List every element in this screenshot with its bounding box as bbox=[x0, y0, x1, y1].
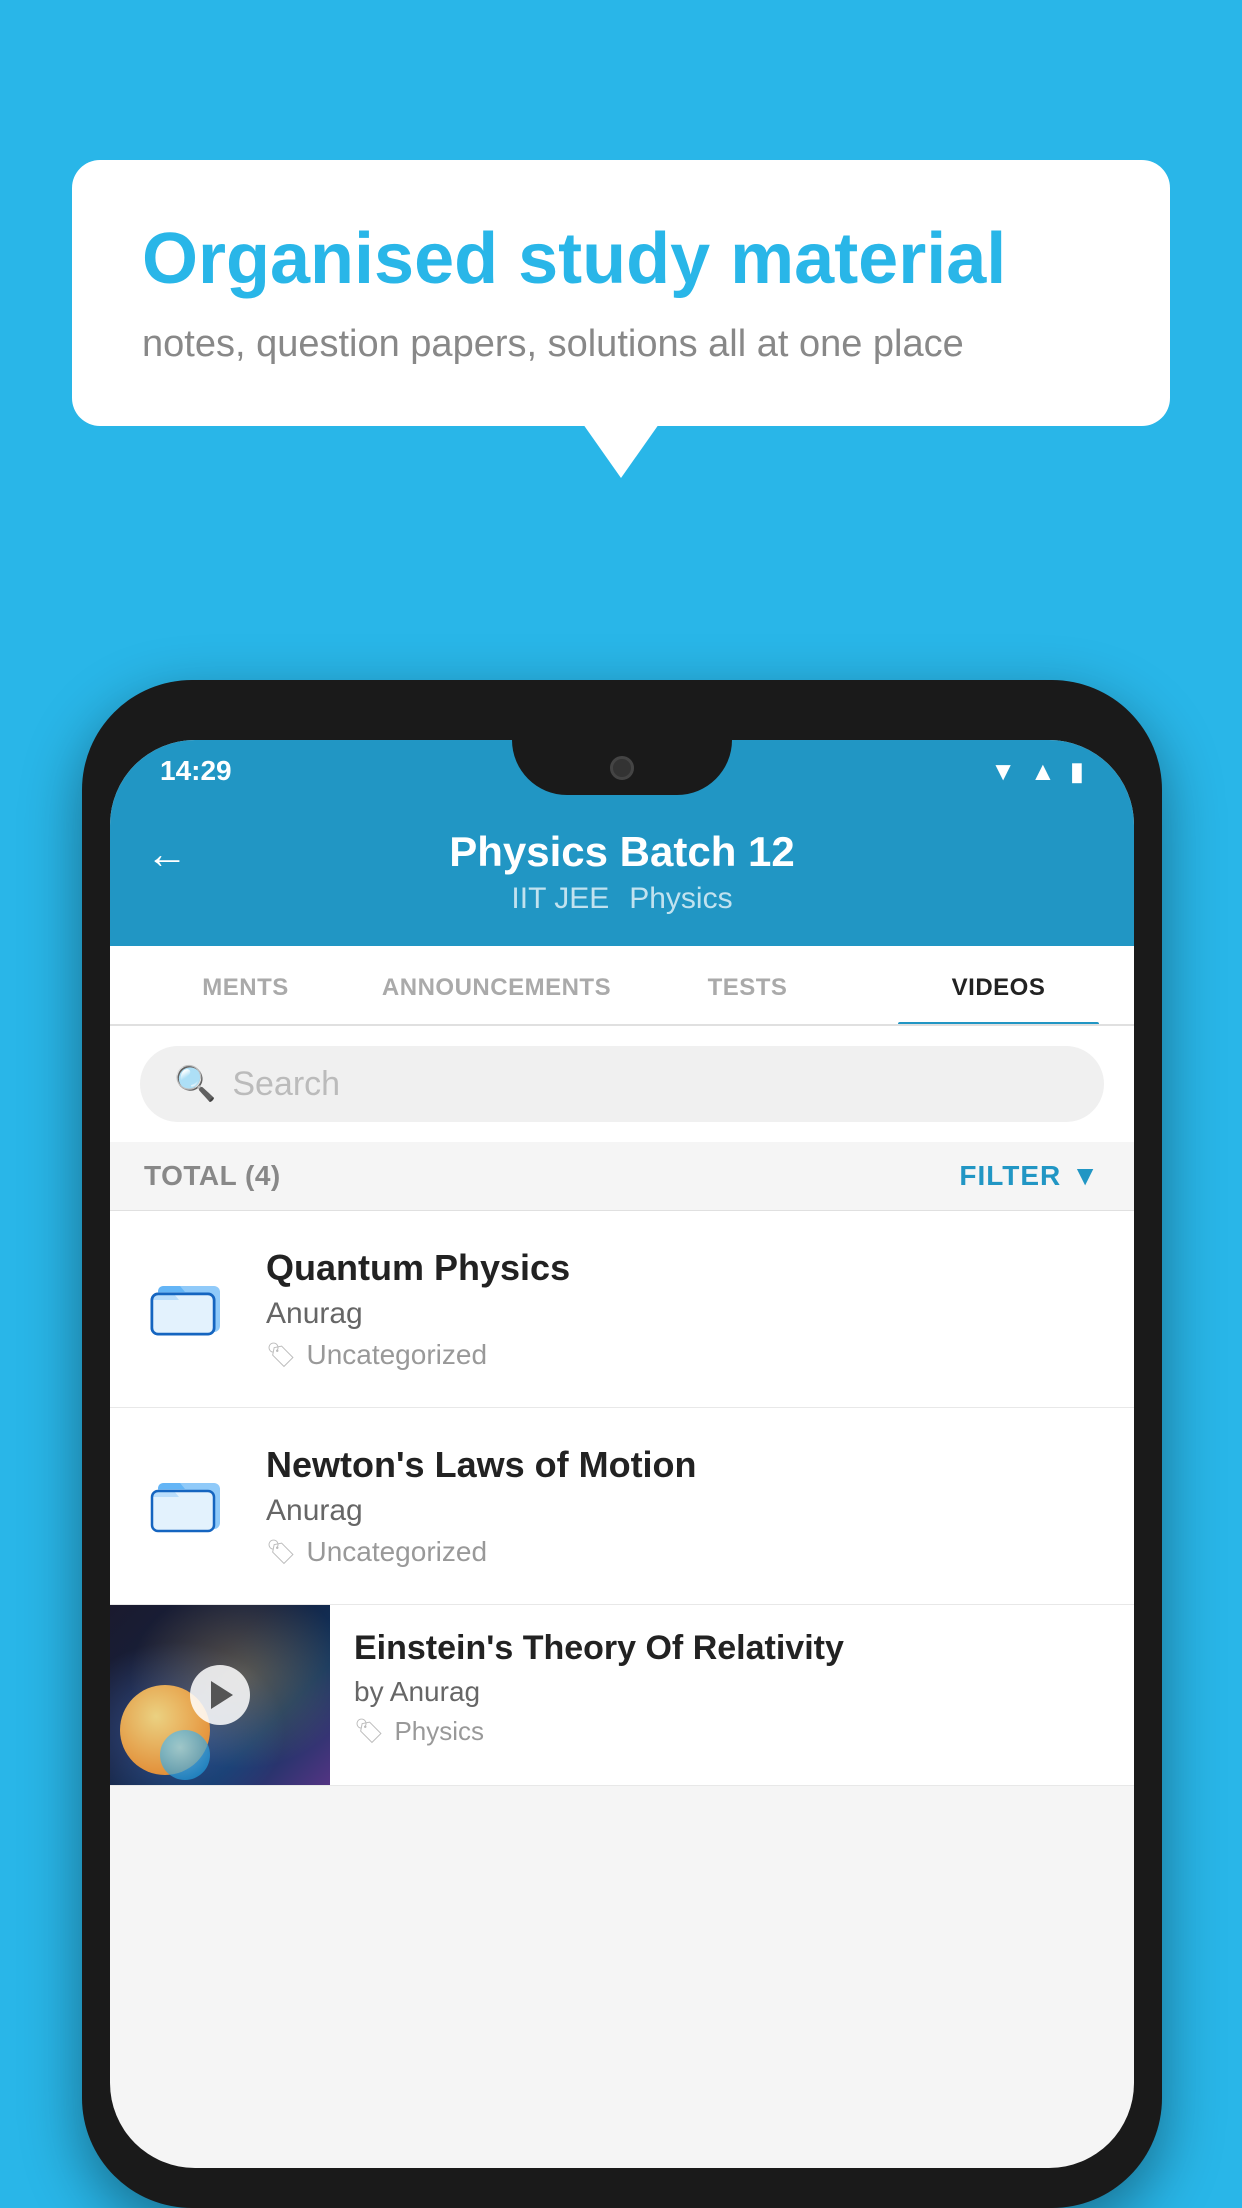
tag-icon: 🏷 bbox=[266, 1538, 296, 1567]
search-icon: 🔍 bbox=[174, 1064, 216, 1104]
search-input[interactable]: Search bbox=[232, 1065, 340, 1104]
item-author: Anurag bbox=[266, 1297, 1104, 1331]
item-info: Quantum Physics Anurag 🏷 Uncategorized bbox=[266, 1247, 1104, 1371]
folder-icon bbox=[150, 1263, 230, 1343]
list-item[interactable]: Newton's Laws of Motion Anurag 🏷 Uncateg… bbox=[110, 1408, 1134, 1605]
video-thumbnail bbox=[110, 1605, 330, 1785]
item-icon-wrap bbox=[140, 1253, 240, 1353]
tag-icon: 🏷 bbox=[354, 1717, 384, 1746]
header-subtitle: IIT JEE Physics bbox=[511, 882, 732, 916]
notch bbox=[512, 740, 732, 795]
filter-icon: ▼ bbox=[1071, 1160, 1100, 1192]
item-info: Newton's Laws of Motion Anurag 🏷 Uncateg… bbox=[266, 1444, 1104, 1568]
header-title: Physics Batch 12 bbox=[449, 828, 795, 876]
item-title: Newton's Laws of Motion bbox=[266, 1444, 1104, 1486]
header-bar: ← Physics Batch 12 IIT JEE Physics bbox=[110, 802, 1134, 946]
list-item[interactable]: Quantum Physics Anurag 🏷 Uncategorized bbox=[110, 1211, 1134, 1408]
tab-ments[interactable]: MENTS bbox=[120, 946, 371, 1024]
subtitle-iitjee: IIT JEE bbox=[511, 882, 609, 916]
signal-icon: ▲ bbox=[1030, 756, 1056, 787]
tag-icon: 🏷 bbox=[266, 1341, 296, 1370]
wifi-icon: ▼ bbox=[990, 756, 1016, 787]
play-button[interactable] bbox=[190, 1665, 250, 1725]
tag-label: Uncategorized bbox=[306, 1536, 487, 1568]
tab-bar: MENTS ANNOUNCEMENTS TESTS VIDEOS bbox=[110, 946, 1134, 1026]
bubble-title: Organised study material bbox=[142, 220, 1100, 299]
total-count: TOTAL (4) bbox=[144, 1160, 281, 1192]
search-container: 🔍 Search bbox=[110, 1026, 1134, 1142]
video-tag: 🏷 Physics bbox=[354, 1716, 1110, 1747]
item-title: Quantum Physics bbox=[266, 1247, 1104, 1289]
list-content: Quantum Physics Anurag 🏷 Uncategorized bbox=[110, 1211, 1134, 1786]
filter-label: FILTER bbox=[959, 1160, 1061, 1192]
list-item-video[interactable]: Einstein's Theory Of Relativity by Anura… bbox=[110, 1605, 1134, 1786]
tab-announcements[interactable]: ANNOUNCEMENTS bbox=[371, 946, 622, 1024]
video-info: Einstein's Theory Of Relativity by Anura… bbox=[330, 1605, 1134, 1771]
bubble-subtitle: notes, question papers, solutions all at… bbox=[142, 323, 1100, 366]
tab-tests[interactable]: TESTS bbox=[622, 946, 873, 1024]
phone-frame: 14:29 ▼ ▲ ▮ ← Physics Batch 12 IIT JEE P… bbox=[82, 680, 1162, 2208]
back-button[interactable]: ← bbox=[146, 830, 188, 878]
search-bar[interactable]: 🔍 Search bbox=[140, 1046, 1104, 1122]
battery-icon: ▮ bbox=[1070, 756, 1084, 787]
folder-icon bbox=[150, 1460, 230, 1540]
filter-bar: TOTAL (4) FILTER ▼ bbox=[110, 1142, 1134, 1211]
tag-label: Uncategorized bbox=[306, 1339, 487, 1371]
play-icon bbox=[211, 1681, 233, 1709]
tag-label: Physics bbox=[394, 1716, 484, 1747]
speech-bubble: Organised study material notes, question… bbox=[72, 160, 1170, 426]
speech-bubble-container: Organised study material notes, question… bbox=[72, 160, 1170, 426]
status-icons: ▼ ▲ ▮ bbox=[990, 756, 1084, 787]
item-icon-wrap bbox=[140, 1450, 240, 1550]
item-author: Anurag bbox=[266, 1494, 1104, 1528]
video-title: Einstein's Theory Of Relativity bbox=[354, 1629, 1110, 1668]
item-tag: 🏷 Uncategorized bbox=[266, 1339, 1104, 1371]
video-author: by Anurag bbox=[354, 1676, 1110, 1708]
filter-button[interactable]: FILTER ▼ bbox=[959, 1160, 1100, 1192]
tab-videos[interactable]: VIDEOS bbox=[873, 946, 1124, 1024]
subtitle-physics: Physics bbox=[629, 882, 732, 916]
phone-screen: 14:29 ▼ ▲ ▮ ← Physics Batch 12 IIT JEE P… bbox=[110, 740, 1134, 2168]
camera bbox=[610, 756, 634, 780]
status-time: 14:29 bbox=[160, 755, 232, 787]
item-tag: 🏷 Uncategorized bbox=[266, 1536, 1104, 1568]
